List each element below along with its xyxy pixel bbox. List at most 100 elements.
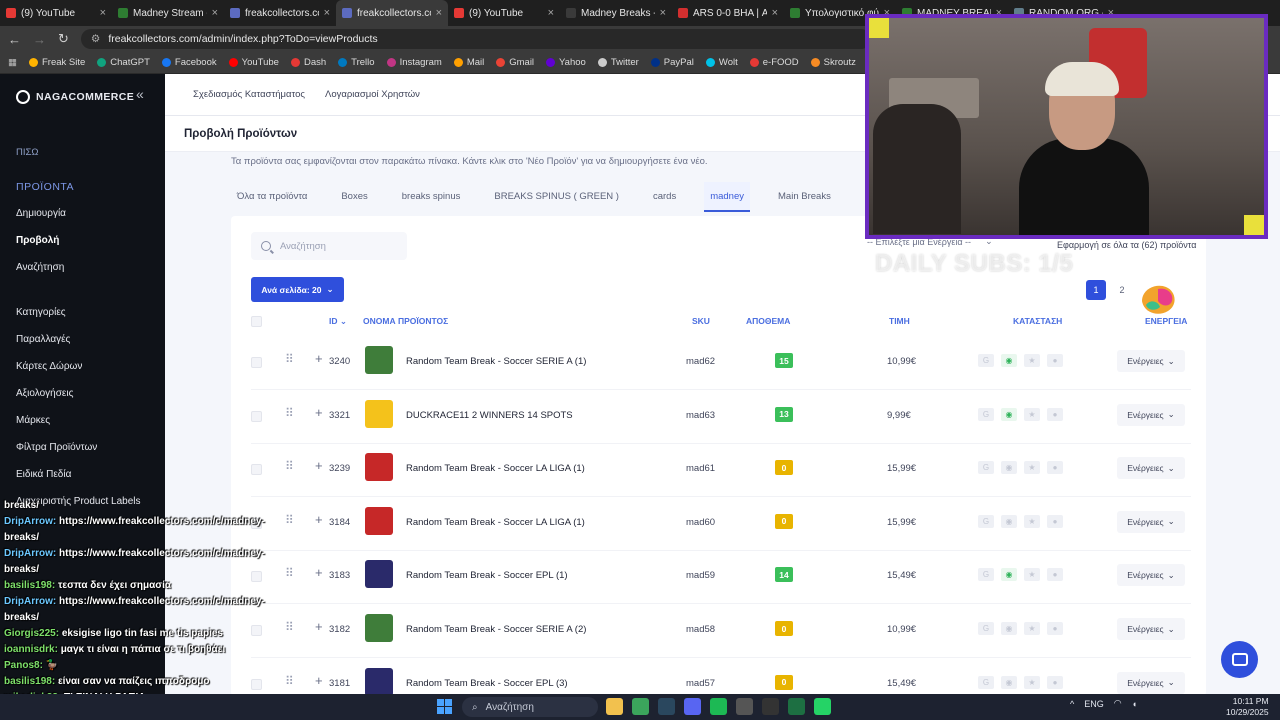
visibility-eye-icon[interactable]: ◉ xyxy=(1001,568,1017,582)
row-actions-button[interactable]: Ενέργειες ⌄ xyxy=(1117,564,1185,587)
expand-row-icon[interactable]: + xyxy=(315,673,323,688)
view-tab[interactable]: BREAKS SPINUS ( GREEN ) xyxy=(488,182,625,212)
page-1-button[interactable]: 1 xyxy=(1086,280,1106,300)
bookmark-item[interactable]: Instagram xyxy=(386,57,442,68)
row-checkbox[interactable] xyxy=(251,464,262,476)
featured-icon[interactable]: ● xyxy=(1047,407,1063,421)
bookmark-item[interactable]: ChatGPT xyxy=(97,57,150,68)
star-icon[interactable]: ★ xyxy=(1024,461,1040,475)
product-name-link[interactable]: Random Team Break - Soccer LA LIGA (1) xyxy=(406,517,585,528)
address-bar[interactable]: ⚙ freakcollectors.com/admin/index.php?To… xyxy=(80,29,871,49)
bookmark-item[interactable]: Mail xyxy=(453,57,484,68)
visibility-eye-icon[interactable]: ◉ xyxy=(1001,514,1017,528)
sidebar-item[interactable]: Κατηγορίες xyxy=(16,307,66,318)
sidebar-item[interactable]: Ειδικά Πεδία xyxy=(16,469,71,480)
wifi-icon[interactable]: ◠ xyxy=(1114,698,1122,709)
featured-icon[interactable]: ● xyxy=(1047,568,1063,582)
row-actions-button[interactable]: Ενέργειες ⌄ xyxy=(1117,510,1185,533)
google-icon[interactable]: G xyxy=(978,622,994,635)
view-tab[interactable]: madney xyxy=(704,182,751,212)
site-info-icon[interactable]: ⚙ xyxy=(91,33,100,45)
expand-row-icon[interactable]: + xyxy=(315,458,323,473)
sidebar-item[interactable]: Μάρκες xyxy=(16,415,50,426)
browser-tab[interactable]: Madney Breaks - Fre × xyxy=(560,0,672,26)
back-arrow-icon[interactable]: ← xyxy=(8,32,21,47)
table-row[interactable]: ⠿ +3182 Random Team Break - Soccer SERIE A… xyxy=(251,604,1191,658)
discord-icon[interactable] xyxy=(684,698,701,715)
bookmark-item[interactable]: Gmail xyxy=(496,57,534,68)
close-tab-icon[interactable]: × xyxy=(660,7,666,19)
browser-tab[interactable]: (9) YouTube × xyxy=(448,0,560,26)
expand-row-icon[interactable]: + xyxy=(315,619,323,634)
product-search-input[interactable]: Αναζήτηση xyxy=(251,232,407,260)
brand-logo[interactable]: NAGACOMMERCE xyxy=(16,90,134,104)
expand-row-icon[interactable]: + xyxy=(315,351,323,366)
per-page-button[interactable]: Ανά σελίδα: 20 ⌄ xyxy=(251,277,344,302)
bookmark-item[interactable]: Facebook xyxy=(161,57,217,68)
epic-games-icon[interactable] xyxy=(762,698,779,715)
row-actions-button[interactable]: Ενέργειες ⌄ xyxy=(1117,403,1185,426)
product-name-link[interactable]: Random Team Break - Soccer EPL (1) xyxy=(406,570,568,581)
sidebar-item[interactable]: Δημιουργία xyxy=(16,208,66,219)
row-actions-button[interactable]: Ενέργειες ⌄ xyxy=(1117,671,1185,694)
browser-tab[interactable]: Madney Stream - W × xyxy=(112,0,224,26)
help-chat-button[interactable] xyxy=(1221,641,1258,678)
featured-icon[interactable]: ● xyxy=(1047,461,1063,475)
collapse-sidebar-icon[interactable]: « xyxy=(136,86,144,102)
column-stock[interactable]: ΑΠΟΘΕΜΑ xyxy=(746,316,790,326)
close-tab-icon[interactable]: × xyxy=(772,7,778,19)
close-tab-icon[interactable]: × xyxy=(548,7,554,19)
view-tab[interactable]: Όλα τα προϊόντα xyxy=(231,182,313,212)
page-2-button[interactable]: 2 xyxy=(1112,280,1132,300)
product-name-link[interactable]: Random Team Break - Soccer EPL (3) xyxy=(406,678,568,689)
browser-tab[interactable]: (9) YouTube × xyxy=(0,0,112,26)
google-icon[interactable]: G xyxy=(978,514,994,528)
sidebar-item[interactable]: Αναζήτηση xyxy=(16,262,64,273)
row-actions-button[interactable]: Ενέργειες ⌄ xyxy=(1117,618,1185,640)
row-actions-button[interactable]: Ενέργειες ⌄ xyxy=(1117,457,1185,480)
bookmark-item[interactable]: e-FOOD xyxy=(749,57,799,68)
reload-icon[interactable]: ↻ xyxy=(58,31,69,47)
language-indicator[interactable]: ENG xyxy=(1084,699,1104,709)
row-checkbox[interactable] xyxy=(251,357,262,368)
table-row[interactable]: ⠿ +3184 Random Team Break - Soccer LA LIGA… xyxy=(251,497,1191,551)
star-icon[interactable]: ★ xyxy=(1024,407,1040,421)
google-icon[interactable]: G xyxy=(978,675,994,689)
column-sku[interactable]: SKU xyxy=(692,316,710,326)
table-row[interactable]: ⠿ +3181 Random Team Break - Soccer EPL (3)… xyxy=(251,658,1191,694)
visibility-eye-icon[interactable]: ◉ xyxy=(1001,461,1017,475)
star-icon[interactable]: ★ xyxy=(1024,514,1040,528)
bookmark-item[interactable]: YouTube xyxy=(228,57,279,68)
row-checkbox[interactable] xyxy=(251,410,262,422)
row-actions-button[interactable]: Ενέργειες ⌄ xyxy=(1117,350,1185,372)
star-icon[interactable]: ★ xyxy=(1024,568,1040,582)
featured-icon[interactable]: ● xyxy=(1047,622,1063,635)
browser-tab[interactable]: freakcollectors.com × xyxy=(224,0,336,26)
taskbar-search[interactable]: ⌕ Αναζήτηση xyxy=(462,697,598,717)
visibility-eye-icon[interactable]: ◉ xyxy=(1001,354,1017,367)
bookmark-item[interactable]: Yahoo xyxy=(546,57,586,68)
drag-handle-icon[interactable]: ⠿ xyxy=(285,352,294,366)
star-icon[interactable]: ★ xyxy=(1024,354,1040,367)
bookmark-item[interactable]: PayPal xyxy=(650,57,694,68)
google-icon[interactable]: G xyxy=(978,568,994,582)
visibility-eye-icon[interactable]: ◉ xyxy=(1001,675,1017,689)
featured-icon[interactable]: ● xyxy=(1047,514,1063,528)
topnav-store-design[interactable]: Σχεδιασμός Καταστήματος xyxy=(193,89,305,100)
topnav-user-accounts[interactable]: Λογαριασμοί Χρηστών xyxy=(325,89,420,100)
expand-row-icon[interactable]: + xyxy=(315,512,323,527)
product-name-link[interactable]: Random Team Break - Soccer LA LIGA (1) xyxy=(406,463,585,474)
bookmark-item[interactable]: Wolt xyxy=(705,57,738,68)
view-tab[interactable]: cards xyxy=(647,182,682,212)
drag-handle-icon[interactable]: ⠿ xyxy=(285,459,294,473)
windows-start-icon[interactable] xyxy=(437,699,452,714)
view-tab[interactable]: breaks spinus xyxy=(396,182,467,212)
volume-icon[interactable]: ◖ xyxy=(1132,699,1137,709)
view-tab[interactable]: Main Breaks xyxy=(772,182,837,212)
close-tab-icon[interactable]: × xyxy=(324,7,330,19)
drag-handle-icon[interactable]: ⠿ xyxy=(285,406,294,420)
chevron-up-icon[interactable]: ^ xyxy=(1070,699,1074,709)
column-price[interactable]: ΤΙΜΗ xyxy=(889,316,910,326)
star-icon[interactable]: ★ xyxy=(1024,622,1040,635)
sidebar-item[interactable]: Αξιολογήσεις xyxy=(16,388,73,399)
